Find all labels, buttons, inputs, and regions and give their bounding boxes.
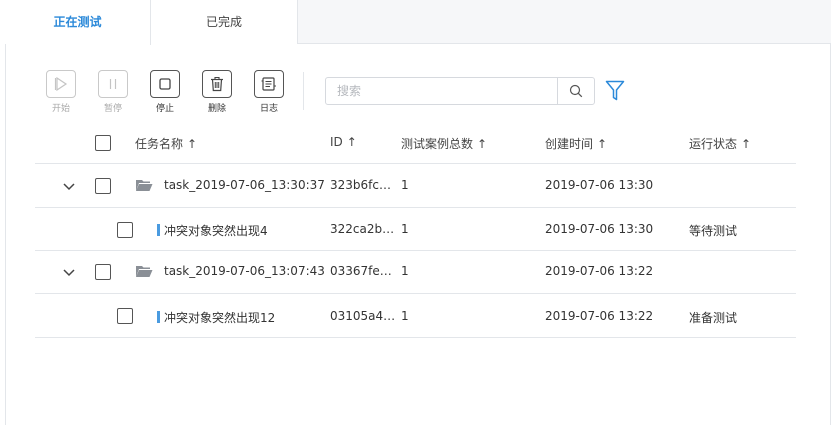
task-id: 323b6fc… [330,178,391,192]
tab-testing[interactable]: 正在测试 [5,0,151,45]
log-icon [254,70,284,98]
case-name: 冲突对象突然出现12 [157,309,275,326]
folder-icon [136,266,153,277]
search-input[interactable] [326,78,557,104]
trash-icon [202,70,232,98]
case-total: 1 [401,222,409,236]
filter-button[interactable] [603,78,627,104]
play-icon [46,70,76,98]
table-row[interactable]: task_2019-07-06_13:30:37 323b6fc… 1 2019… [35,164,796,208]
stop-button[interactable]: 停止 [150,70,180,114]
stop-icon [150,70,180,98]
pause-button[interactable]: 暂停 [98,70,128,114]
header-status[interactable]: 运行状态 ↑ [689,135,751,152]
delete-label: 删除 [207,104,226,114]
created-time: 2019-07-06 13:22 [545,264,654,278]
task-name: task_2019-07-06_13:30:37 [164,178,325,192]
table-header: 任务名称 ↑ ID ↑ 测试案例总数 ↑ 创建时间 ↑ 运行状态 ↑ [35,120,796,164]
task-id: 03367fe… [330,264,392,278]
log-button[interactable]: 日志 [254,70,284,114]
filter-icon [605,80,625,101]
row-checkbox[interactable] [95,264,111,280]
case-marker [157,311,160,323]
header-created[interactable]: 创建时间 ↑ [545,135,607,152]
stop-label: 停止 [155,104,174,114]
run-status: 等待测试 [689,224,738,238]
delete-button[interactable]: 删除 [202,70,232,114]
chevron-down-icon[interactable] [62,182,76,192]
run-status: 准备测试 [689,311,738,325]
pause-icon [98,70,128,98]
pause-label: 暂停 [103,104,122,114]
case-id: 322ca2b… [330,222,395,236]
log-label: 日志 [259,104,278,114]
search-box [325,77,595,105]
task-name: task_2019-07-06_13:07:43 [164,264,325,278]
created-time: 2019-07-06 13:30 [545,178,654,192]
case-total: 1 [401,309,409,323]
case-total: 1 [401,178,409,192]
header-id[interactable]: ID ↑ [330,135,357,149]
toolbar-divider [303,72,304,110]
row-checkbox[interactable] [117,308,133,324]
select-all-checkbox[interactable] [95,135,111,151]
row-checkbox[interactable] [117,222,133,238]
created-time: 2019-07-06 13:30 [545,222,654,236]
table-row[interactable]: 冲突对象突然出现12 03105a4… 1 2019-07-06 13:22 准… [35,294,796,338]
case-marker [157,224,160,236]
case-id: 03105a4… [330,309,396,323]
search-icon [569,84,583,98]
row-checkbox[interactable] [95,178,111,194]
folder-icon [136,180,153,191]
start-button[interactable]: 开始 [46,70,76,114]
case-total: 1 [401,264,409,278]
table-row[interactable]: task_2019-07-06_13:07:43 03367fe… 1 2019… [35,251,796,294]
header-total[interactable]: 测试案例总数 ↑ [401,135,487,152]
case-name: 冲突对象突然出现4 [157,222,268,239]
tab-bar: 正在测试 已完成 [5,0,831,45]
created-time: 2019-07-06 13:22 [545,309,654,323]
tab-completed[interactable]: 已完成 [151,0,298,44]
chevron-down-icon[interactable] [62,268,76,278]
start-label: 开始 [51,104,70,114]
header-name[interactable]: 任务名称 ↑ [135,135,197,152]
search-button[interactable] [557,78,594,104]
table-row[interactable]: 冲突对象突然出现4 322ca2b… 1 2019-07-06 13:30 等待… [35,208,796,251]
